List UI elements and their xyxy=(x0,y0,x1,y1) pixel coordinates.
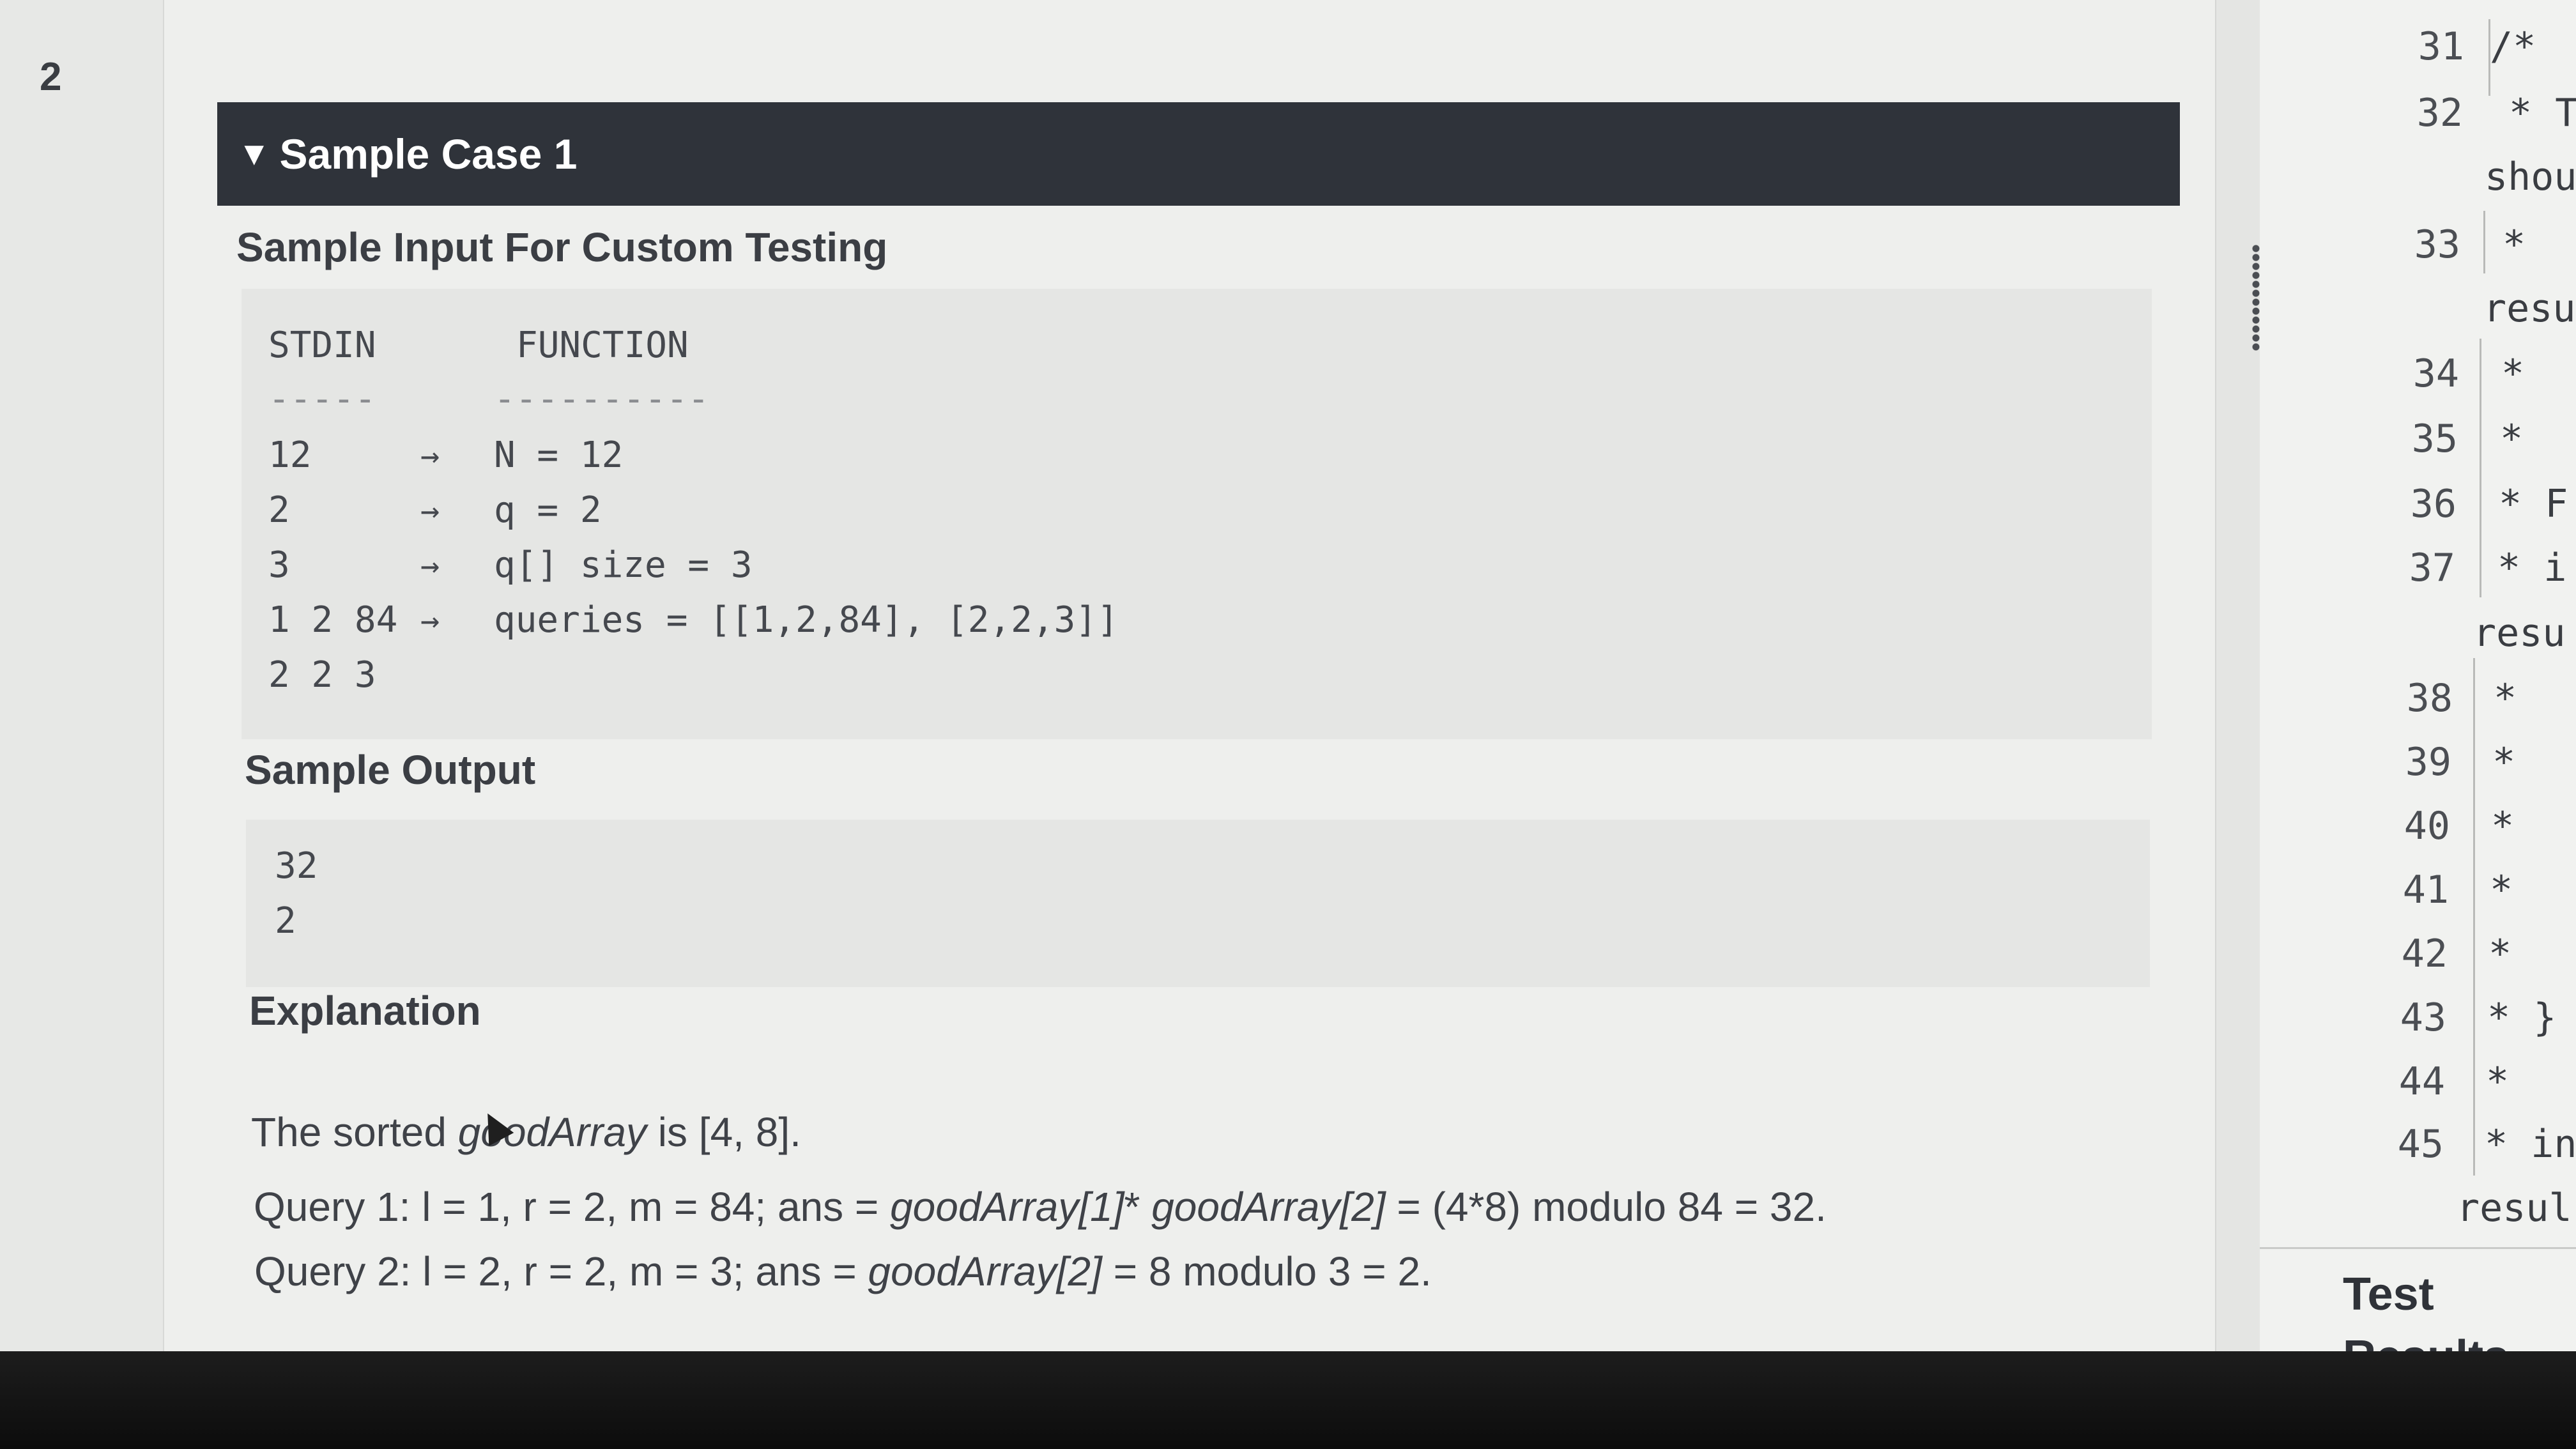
code-text: * xyxy=(2488,931,2512,976)
code-text: * xyxy=(2501,351,2525,396)
stdin-value: 2 xyxy=(268,489,290,531)
code-text: resu xyxy=(2483,286,2576,331)
line-number: 44 xyxy=(2398,1059,2445,1104)
stdin-value: 12 xyxy=(268,434,312,476)
sample-input-block: STDIN FUNCTION ----- ---------- 12 → N =… xyxy=(241,289,2152,739)
gutter-rule xyxy=(2480,339,2481,597)
page-number: 2 xyxy=(40,55,62,99)
function-value: queries = [[1,2,84], [2,2,3]] xyxy=(494,599,1119,641)
code-text: * in xyxy=(2485,1122,2576,1167)
explanation-line-1: The sorted goodArray is [4, 8]. xyxy=(251,1108,801,1156)
arrow-icon: → xyxy=(420,437,440,474)
code-text: * i xyxy=(2497,546,2567,590)
test-results-tab[interactable]: Test Results xyxy=(2260,1247,2576,1351)
line-number: 45 xyxy=(2397,1122,2444,1167)
text-segment: The sorted xyxy=(251,1109,458,1155)
italic-segment: goodArray[2] xyxy=(1151,1184,1386,1230)
function-value: N = 12 xyxy=(494,434,624,476)
line-number: 33 xyxy=(2414,222,2460,267)
line-number: 39 xyxy=(2405,740,2451,785)
rule-function: ---------- xyxy=(494,378,710,420)
monitor-bezel xyxy=(0,1351,2576,1449)
arrow-icon: → xyxy=(420,492,440,529)
code-text: * F xyxy=(2499,482,2568,526)
code-text: * xyxy=(2500,417,2524,461)
text-segment: Query 1: l = 1, r = 2, m = 84; ans = xyxy=(254,1184,891,1230)
code-text: * xyxy=(2503,222,2526,267)
code-text: resul xyxy=(2457,1186,2572,1230)
text-segment: is [4, 8]. xyxy=(647,1109,801,1155)
explanation-heading: Explanation xyxy=(249,988,481,1034)
rule-stdin: ----- xyxy=(268,378,376,420)
code-text: * xyxy=(2492,740,2516,785)
sample-output-block: 32 2 xyxy=(246,820,2150,987)
sample-case-title: Sample Case 1 xyxy=(279,130,578,178)
text-segment: = (4*8) modulo 84 = 32. xyxy=(1385,1184,1827,1230)
text-segment: * xyxy=(1124,1184,1152,1230)
line-number: 36 xyxy=(2410,482,2457,526)
function-value: q = 2 xyxy=(494,489,602,531)
triangle-down-icon[interactable]: ▼ xyxy=(238,135,270,173)
test-results-label: Results xyxy=(2343,1331,2509,1351)
arrow-icon: → xyxy=(420,602,440,639)
code-text: * xyxy=(2491,804,2515,848)
test-results-label: Test xyxy=(2343,1269,2434,1320)
gutter-rule xyxy=(2473,658,2475,1176)
code-text: * xyxy=(2494,676,2517,721)
sample-case-header[interactable]: ▼ Sample Case 1 xyxy=(217,102,2180,206)
line-number: 41 xyxy=(2402,868,2449,912)
stdin-value: 2 2 3 xyxy=(268,654,376,696)
code-text: shou xyxy=(2485,155,2576,199)
code-text: resu xyxy=(2473,611,2566,656)
col-stdin-header: STDIN xyxy=(268,325,376,366)
left-gutter: 2 xyxy=(0,0,164,1351)
screen: 2 ▼ Sample Case 1 Sample Input For Custo… xyxy=(0,0,2576,1351)
italic-segment: goodArray[2] xyxy=(868,1248,1102,1294)
code-editor[interactable]: 31 /* 32 * T shou 33 * resu 34 * 35 * 36… xyxy=(2260,0,2576,1351)
text-segment: Query 2: l = 2, r = 2, m = 3; ans = xyxy=(254,1248,868,1294)
stdin-value: 3 xyxy=(268,544,290,586)
code-text: /* xyxy=(2490,24,2536,69)
code-text: * xyxy=(2490,868,2513,912)
function-value: q[] size = 3 xyxy=(494,544,753,586)
code-text: * } xyxy=(2487,995,2557,1040)
col-function-header: FUNCTION xyxy=(516,325,689,366)
stdin-value: 1 2 84 xyxy=(268,599,398,641)
line-number: 34 xyxy=(2412,351,2459,396)
pane-divider[interactable] xyxy=(2215,0,2262,1351)
text-segment: = 8 modulo 3 = 2. xyxy=(1101,1248,1432,1294)
line-number: 43 xyxy=(2400,995,2446,1040)
explanation-line-3: Query 2: l = 2, r = 2, m = 3; ans = good… xyxy=(254,1248,1432,1295)
line-number: 38 xyxy=(2406,676,2453,721)
line-number: 35 xyxy=(2411,417,2458,461)
sample-output-heading: Sample Output xyxy=(245,747,536,793)
line-number: 42 xyxy=(2401,931,2448,976)
line-number: 32 xyxy=(2416,91,2463,135)
sample-input-heading: Sample Input For Custom Testing xyxy=(236,224,888,270)
line-number: 37 xyxy=(2409,546,2455,590)
code-text: * T xyxy=(2509,91,2576,135)
gutter-rule xyxy=(2483,211,2485,273)
line-number: 40 xyxy=(2404,804,2450,848)
output-line: 32 xyxy=(275,845,318,887)
code-text: * xyxy=(2486,1059,2510,1104)
line-number: 31 xyxy=(2418,24,2464,69)
arrow-icon: → xyxy=(420,547,440,584)
italic-segment: goodArray[1] xyxy=(890,1184,1124,1230)
output-line: 2 xyxy=(275,900,296,942)
explanation-line-2: Query 1: l = 1, r = 2, m = 84; ans = goo… xyxy=(254,1183,1827,1230)
